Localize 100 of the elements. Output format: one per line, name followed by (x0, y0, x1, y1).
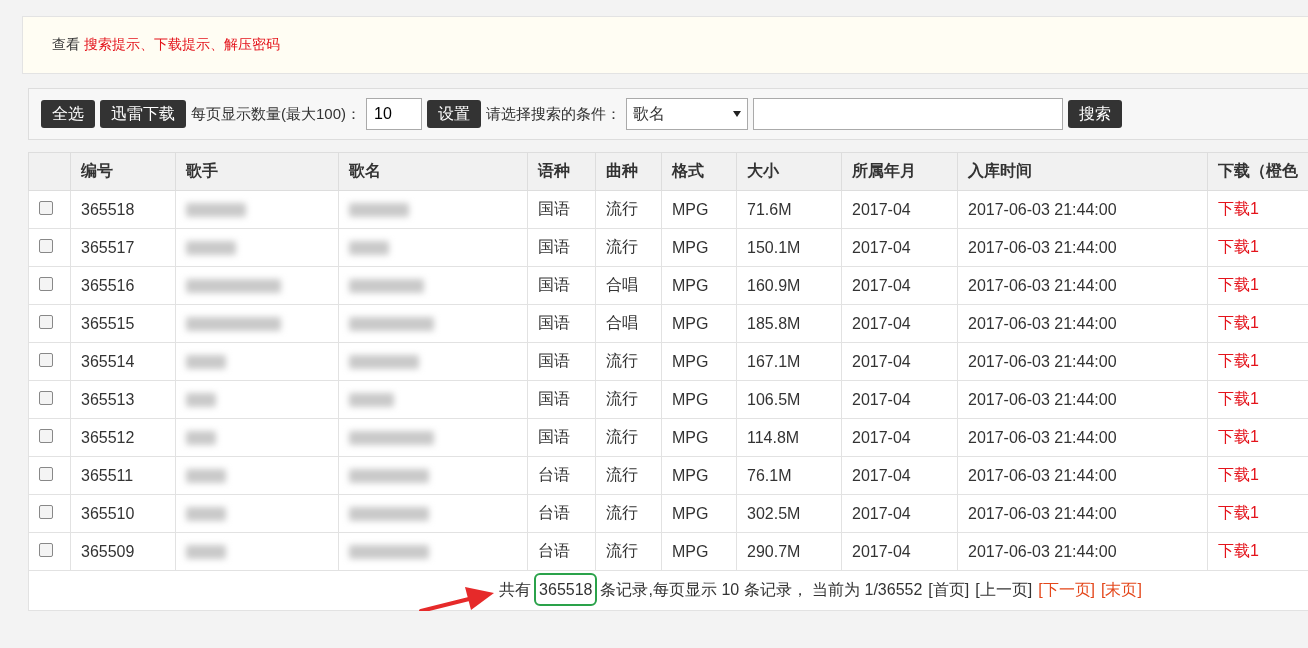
table-cell: 2017-06-03 21:44:00 (957, 380, 1208, 419)
table-cell: MPG (661, 190, 737, 229)
download-link[interactable]: 下载1 (1218, 390, 1259, 407)
table-cell: 365511 (70, 456, 176, 495)
table-cell: 302.5M (736, 494, 842, 533)
table-cell: 合唱 (595, 266, 662, 305)
download-link[interactable]: 下载1 (1218, 314, 1259, 331)
table-cell: MPG (661, 342, 737, 381)
download-link[interactable]: 下载1 (1218, 276, 1259, 293)
select-all-button[interactable]: 全选 (41, 100, 95, 128)
pager-link[interactable]: [下一页] (1038, 581, 1095, 598)
table-cell: 365516 (70, 266, 176, 305)
table-cell: 106.5M (736, 380, 842, 419)
table-cell: 365509 (70, 532, 176, 571)
table-cell: 国语 (527, 190, 596, 229)
table-cell: 365517 (70, 228, 176, 267)
blurred-text (349, 355, 419, 370)
column-header: 曲种 (595, 152, 662, 191)
table-cell: 365513 (70, 380, 176, 419)
column-header: 下载（橙色 (1207, 152, 1308, 191)
table-cell: 185.8M (736, 304, 842, 343)
column-header: 歌手 (175, 152, 339, 191)
table-cell: MPG (661, 456, 737, 495)
condition-select[interactable]: 歌名 (626, 98, 749, 130)
search-button[interactable]: 搜索 (1068, 100, 1123, 128)
table-cell: 2017-04 (841, 266, 958, 305)
table-cell: MPG (661, 228, 737, 267)
caret-icon (733, 111, 742, 117)
table-cell: 合唱 (595, 304, 662, 343)
blurred-text (186, 469, 226, 484)
table-cell: 2017-04 (841, 456, 958, 495)
notice-text: 查看 (52, 36, 80, 54)
pager-link[interactable]: [末页] (1101, 581, 1142, 598)
thunder-download-button[interactable]: 迅雷下载 (100, 100, 186, 128)
blurred-text (186, 545, 226, 560)
column-header: 编号 (70, 152, 176, 191)
table-cell: 台语 (527, 532, 596, 571)
row-checkbox[interactable] (39, 314, 53, 329)
search-field[interactable] (753, 98, 1064, 130)
table-cell: 国语 (527, 228, 596, 267)
row-checkbox[interactable] (39, 428, 53, 443)
table-cell: 台语 (527, 494, 596, 533)
row-checkbox[interactable] (39, 200, 53, 215)
column-header: 大小 (736, 152, 842, 191)
pager-link[interactable]: [首页] (928, 581, 970, 598)
table-cell: 台语 (527, 456, 596, 495)
table-cell: MPG (661, 304, 737, 343)
download-link[interactable]: 下载1 (1218, 504, 1259, 521)
set-button[interactable]: 设置 (427, 100, 482, 128)
help-link[interactable]: 搜索提示、下载提示、解压密码 (84, 36, 280, 54)
table-cell: 流行 (595, 342, 662, 381)
table-cell: 流行 (595, 228, 662, 267)
column-header: 语种 (527, 152, 596, 191)
condition-label: 请选择搜索的条件： (486, 104, 622, 124)
blurred-text (349, 393, 394, 408)
per-page-label: 每页显示数量(最大100)： (191, 104, 362, 124)
pager-summary: 条记录,每页显示 10 条记录， 当前为 1/36552 (600, 581, 923, 598)
table-cell: 2017-04 (841, 494, 958, 533)
row-checkbox[interactable] (39, 238, 53, 253)
row-checkbox[interactable] (39, 542, 53, 557)
download-link[interactable]: 下载1 (1218, 466, 1259, 483)
table-cell: MPG (661, 380, 737, 419)
download-link[interactable]: 下载1 (1218, 428, 1259, 445)
row-checkbox[interactable] (39, 390, 53, 405)
download-link[interactable]: 下载1 (1218, 542, 1259, 559)
table-cell: 365512 (70, 418, 176, 457)
table-cell: 365518 (70, 190, 176, 229)
table-cell: 国语 (527, 380, 596, 419)
row-checkbox[interactable] (39, 504, 53, 519)
download-link[interactable]: 下载1 (1218, 200, 1259, 217)
table-cell: 流行 (595, 532, 662, 571)
row-checkbox[interactable] (39, 352, 53, 367)
per-page-field[interactable]: 10 (366, 98, 423, 130)
download-link[interactable]: 下载1 (1218, 238, 1259, 255)
table-cell: 流行 (595, 494, 662, 533)
pager-text: 共有 (499, 581, 532, 598)
table-cell: 2017-06-03 21:44:00 (957, 228, 1208, 267)
table-cell: 流行 (595, 456, 662, 495)
table-cell: 国语 (527, 304, 596, 343)
table-cell: 114.8M (736, 418, 842, 457)
column-header: 歌名 (338, 152, 528, 191)
row-checkbox[interactable] (39, 466, 53, 481)
table-cell: 2017-04 (841, 418, 958, 457)
table-cell: 365514 (70, 342, 176, 381)
table-cell: 2017-06-03 21:44:00 (957, 342, 1208, 381)
row-checkbox[interactable] (39, 276, 53, 291)
table-cell: 2017-04 (841, 342, 958, 381)
download-link[interactable]: 下载1 (1218, 352, 1259, 369)
table-cell: 2017-06-03 21:44:00 (957, 304, 1208, 343)
pager-link[interactable]: [上一页] (975, 581, 1033, 598)
table-cell: MPG (661, 532, 737, 571)
table-cell: 160.9M (736, 266, 842, 305)
table-cell: 167.1M (736, 342, 842, 381)
blurred-text (186, 431, 216, 446)
table-cell: 2017-04 (841, 532, 958, 571)
table-cell: 2017-06-03 21:44:00 (957, 456, 1208, 495)
blurred-text (186, 203, 246, 218)
column-header: 格式 (661, 152, 737, 191)
table-cell: 2017-06-03 21:44:00 (957, 190, 1208, 229)
table-cell: 2017-04 (841, 228, 958, 267)
